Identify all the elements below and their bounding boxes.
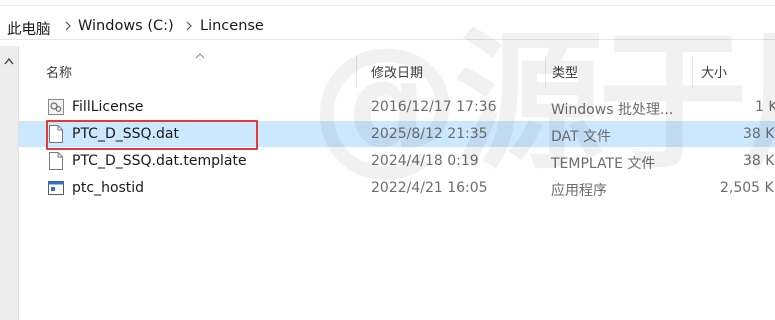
- column-name[interactable]: 名称: [46, 62, 72, 81]
- file-date: 2016/12/17 17:36: [371, 99, 497, 115]
- file-type: 应用程序: [551, 183, 607, 199]
- breadcrumb-drive[interactable]: Windows (C:): [78, 18, 174, 34]
- navigation-pane-scrollbar[interactable]: [0, 46, 19, 320]
- file-row[interactable]: FillLicense 2016/12/17 17:36 Windows 批处理…: [19, 94, 775, 120]
- document-icon: [49, 152, 63, 170]
- file-date: 2022/4/21 16:05: [371, 180, 488, 196]
- file-type: Windows 批处理...: [551, 102, 674, 118]
- address-bar[interactable]: 此电脑 Windows (C:) Lincense: [0, 0, 775, 40]
- file-row[interactable]: ptc_hostid 2022/4/21 16:05 应用程序 2,505 K: [19, 175, 775, 201]
- breadcrumb-this-pc[interactable]: 此电脑: [7, 18, 51, 39]
- file-size: 38 K: [743, 126, 775, 142]
- breadcrumb-folder[interactable]: Lincense: [200, 18, 264, 34]
- chevron-right-icon[interactable]: [62, 20, 74, 32]
- column-divider[interactable]: [545, 56, 546, 88]
- file-size: 2,505 K: [720, 180, 774, 196]
- column-divider[interactable]: [692, 56, 693, 88]
- file-name: ptc_hostid: [72, 180, 145, 196]
- file-type: TEMPLATE 文件: [551, 156, 656, 172]
- address-bar-top-border: [0, 5, 775, 6]
- scroll-up-arrow-icon[interactable]: [3, 56, 15, 66]
- file-name: PTC_D_SSQ.dat.template: [72, 153, 247, 169]
- column-divider[interactable]: [356, 56, 357, 88]
- column-date[interactable]: 修改日期: [371, 62, 423, 81]
- highlight-box: [46, 120, 258, 150]
- file-name: FillLicense: [72, 99, 144, 115]
- file-size: 38 K: [743, 153, 775, 169]
- address-bar-bottom-border: [0, 39, 775, 40]
- file-size: 1 K: [755, 99, 775, 115]
- batch-file-icon: [48, 99, 64, 115]
- file-row[interactable]: PTC_D_SSQ.dat.template 2024/4/18 0:19 TE…: [19, 148, 775, 174]
- file-date: 2025/8/12 21:35: [371, 126, 488, 142]
- file-date: 2024/4/18 0:19: [371, 153, 479, 169]
- column-size[interactable]: 大小: [701, 62, 727, 81]
- column-type[interactable]: 类型: [552, 62, 578, 81]
- file-type: DAT 文件: [551, 129, 612, 145]
- application-icon: [48, 181, 64, 195]
- chevron-right-icon[interactable]: [183, 20, 195, 32]
- sort-ascending-icon: [195, 53, 205, 59]
- column-header: 名称 修改日期 类型 大小: [19, 46, 775, 92]
